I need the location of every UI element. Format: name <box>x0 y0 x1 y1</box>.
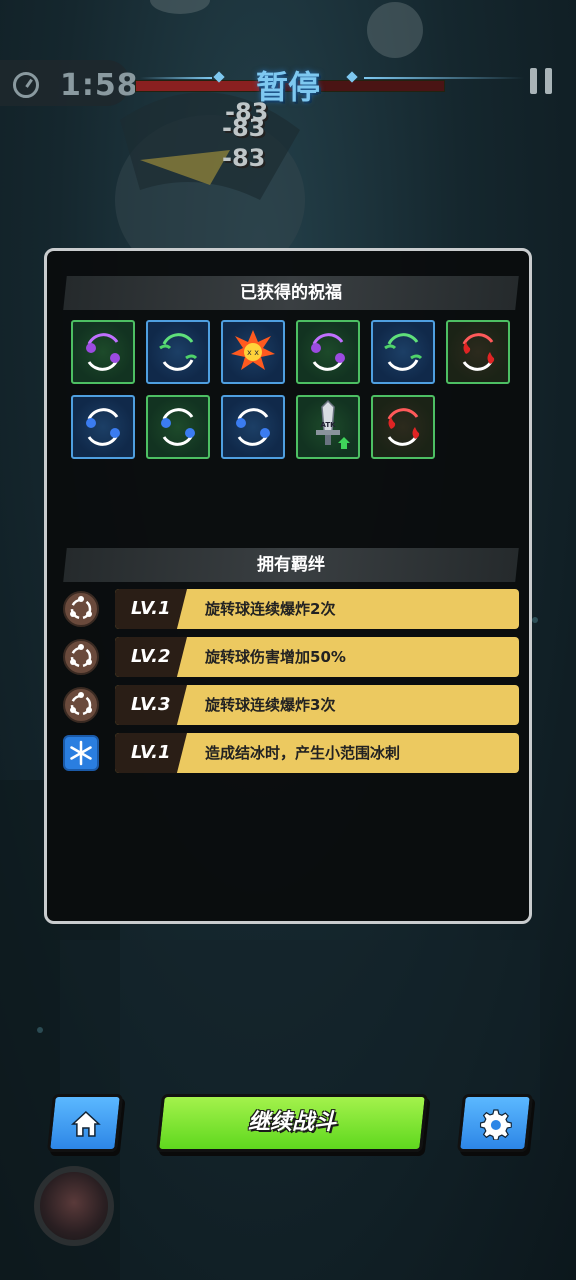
blue-ice-orbit-icon <box>161 408 195 446</box>
bond-bar: LV.2 旋转球伤害增加50% <box>115 637 519 677</box>
atk-sword-up-icon: ATK <box>316 399 350 449</box>
skill-orb <box>34 1166 114 1246</box>
bond-bar: LV.1 旋转球连续爆炸2次 <box>115 589 519 629</box>
bond-level-badge: LV.1 <box>115 589 187 629</box>
blue-ice-orbit-icon <box>86 408 120 446</box>
damage-number: -83 <box>222 144 266 172</box>
blessings-title: 已获得的祝福 <box>240 283 342 303</box>
pause-panel: 已获得的祝福 x x ATK 拥有羁绊 LV.1 旋转球连续爆炸2次 LV.2 … <box>44 248 532 924</box>
bonds-header: 拥有羁绊 <box>63 548 519 582</box>
bond-row[interactable]: LV.1 旋转球连续爆炸2次 <box>63 589 519 629</box>
svg-text:x x: x x <box>247 348 259 357</box>
green-wind-orbit-icon <box>159 333 198 371</box>
blessings-header: 已获得的祝福 <box>63 276 519 310</box>
damage-number: -83 <box>222 114 266 142</box>
bond-level: LV.1 <box>131 598 171 619</box>
red-fire-orbit-icon <box>387 408 420 446</box>
purple-skull-orbit-icon <box>86 333 120 371</box>
explosion-skull-icon: x x <box>231 330 275 370</box>
bond-level: LV.1 <box>131 742 171 763</box>
blessing-tile[interactable]: ATK <box>296 395 360 459</box>
gear-icon <box>479 1109 512 1140</box>
bond-row[interactable]: LV.2 旋转球伤害增加50% <box>63 637 519 677</box>
blue-ice-orbit-icon <box>236 408 270 446</box>
blessing-tile[interactable] <box>71 320 135 384</box>
continue-battle-button[interactable]: 继续战斗 <box>155 1094 429 1152</box>
pause-button[interactable] <box>530 68 554 94</box>
bond-description: 旋转球连续爆炸3次 <box>205 696 336 714</box>
green-wind-orbit-icon <box>384 333 423 371</box>
bond-level: LV.3 <box>131 694 171 715</box>
blessing-tile[interactable] <box>146 395 210 459</box>
title-divider-left <box>140 77 212 79</box>
timer-pill: 1:58 <box>0 60 138 106</box>
blessing-tile[interactable] <box>371 395 435 459</box>
bond-bar: LV.3 旋转球连续爆炸3次 <box>115 685 519 725</box>
title-divider-right <box>364 77 524 79</box>
bond-bar: LV.1 造成结冰时，产生小范围冰刺 <box>115 733 519 773</box>
blessing-tile[interactable] <box>446 320 510 384</box>
bond-description: 旋转球伤害增加50% <box>205 648 346 666</box>
orbit-ball-icon <box>63 639 99 675</box>
blessing-tile[interactable] <box>71 395 135 459</box>
purple-skull-orbit-icon <box>311 333 345 371</box>
bond-level-badge: LV.1 <box>115 733 187 773</box>
blessing-tile[interactable] <box>146 320 210 384</box>
orbit-ball-icon <box>63 687 99 723</box>
bond-description: 旋转球连续爆炸2次 <box>205 600 336 618</box>
timer-text: 1:58 <box>60 68 139 103</box>
clock-icon <box>13 72 39 98</box>
bonds-title: 拥有羁绊 <box>257 555 325 575</box>
blessing-tile[interactable]: x x <box>221 320 285 384</box>
atk-label: ATK <box>320 421 336 429</box>
bond-level-badge: LV.2 <box>115 637 187 677</box>
home-icon <box>70 1110 101 1137</box>
settings-button[interactable] <box>456 1094 534 1152</box>
blessing-tile[interactable] <box>221 395 285 459</box>
snowflake-icon <box>63 735 99 771</box>
continue-battle-label: 继续战斗 <box>247 1110 336 1135</box>
bond-row[interactable]: LV.3 旋转球连续爆炸3次 <box>63 685 519 725</box>
home-button[interactable] <box>46 1094 124 1152</box>
red-fire-orbit-icon <box>462 333 495 371</box>
blessing-tile[interactable] <box>371 320 435 384</box>
orbit-ball-icon <box>63 591 99 627</box>
bond-row[interactable]: LV.1 造成结冰时，产生小范围冰刺 <box>63 733 519 773</box>
bond-level-badge: LV.3 <box>115 685 187 725</box>
bond-description: 造成结冰时，产生小范围冰刺 <box>205 744 401 762</box>
top-hud: 1:58 暂停 <box>0 58 576 108</box>
bond-level: LV.2 <box>131 646 171 667</box>
blessing-tile[interactable] <box>296 320 360 384</box>
